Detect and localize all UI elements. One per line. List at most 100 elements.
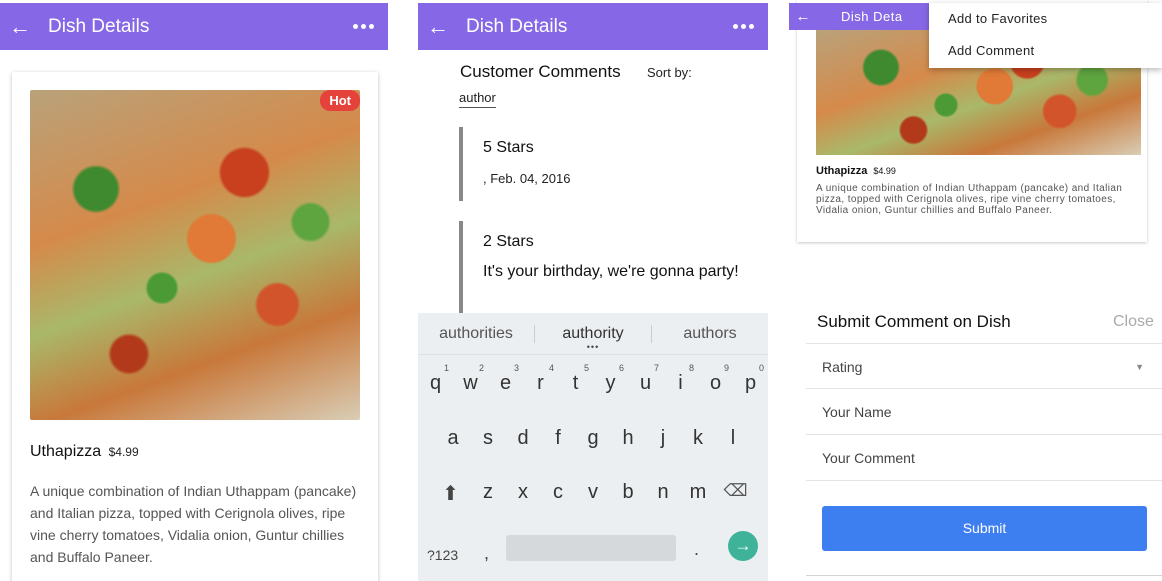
sort-input[interactable]: author xyxy=(459,90,496,108)
key-t[interactable]: t5 xyxy=(558,363,593,395)
key-label: w xyxy=(463,372,478,394)
comment-input[interactable]: Your Comment xyxy=(806,435,1162,481)
comment-item: 2 Stars It's your birthday, we're gonna … xyxy=(459,221,749,321)
key-number-hint: 5 xyxy=(583,363,589,373)
key-r[interactable]: r4 xyxy=(523,363,558,395)
key-b[interactable]: b xyxy=(611,481,646,506)
more-dots-icon[interactable] xyxy=(338,24,388,29)
enter-arrow-icon[interactable]: → xyxy=(728,531,758,561)
modal-title: Submit Comment on Dish xyxy=(817,312,1011,331)
suggestion[interactable]: authorities xyxy=(418,325,534,343)
comment-item: 5 Stars , Feb. 04, 2016 xyxy=(459,127,749,201)
dish-description: A unique combination of Indian Uthappam … xyxy=(30,483,357,565)
key-m[interactable]: m xyxy=(681,481,716,506)
key-w[interactable]: w2 xyxy=(453,363,488,395)
dropdown-caret-icon: ▼ xyxy=(1135,362,1144,372)
backspace-icon[interactable]: ⌫ xyxy=(716,481,756,506)
key-label: u xyxy=(639,372,652,394)
comments-heading: Customer Comments xyxy=(460,62,621,81)
key-number-hint: 8 xyxy=(688,363,694,373)
key-p[interactable]: p0 xyxy=(733,363,768,395)
key-row-3-letters: z x c v b nm xyxy=(471,481,716,506)
key-row-2: asdfg h jkl xyxy=(418,427,768,450)
key-label: g xyxy=(587,427,599,449)
key-g[interactable]: g xyxy=(576,427,611,450)
key-label: o xyxy=(709,372,722,394)
app-bar-title: Dish Deta xyxy=(841,9,903,24)
key-label: r xyxy=(537,372,544,394)
key-y[interactable]: y6 xyxy=(593,363,628,395)
soft-keyboard: authorities authority ••• authors q1w2e3… xyxy=(418,313,768,581)
key-label: n xyxy=(657,481,669,503)
suggestion-strip: authorities authority ••• authors xyxy=(418,313,768,355)
comment-rating: 5 Stars xyxy=(483,139,534,156)
comment-rating: 2 Stars xyxy=(483,233,534,250)
key-number-hint: 9 xyxy=(723,363,729,373)
rating-select[interactable]: Rating ▼ xyxy=(806,343,1162,389)
close-button[interactable]: Close xyxy=(1113,313,1154,331)
key-o[interactable]: o9 xyxy=(698,363,733,395)
rating-placeholder: Rating xyxy=(822,359,863,375)
key-number-hint: 4 xyxy=(548,363,554,373)
key-j[interactable]: j xyxy=(646,427,681,450)
arrow-left-icon[interactable]: ← xyxy=(0,15,40,38)
name-input[interactable]: Your Name xyxy=(806,389,1162,435)
key-x[interactable]: x xyxy=(506,481,541,506)
key-a[interactable]: a xyxy=(436,427,471,450)
key-v[interactable]: v xyxy=(576,481,611,506)
comments-screen: ← Dish Details Customer Comments Sort by… xyxy=(418,0,768,581)
comment-text: It's your birthday, we're gonna party! xyxy=(483,263,739,280)
key-f[interactable]: f xyxy=(541,427,576,450)
key-label: z xyxy=(483,481,493,503)
key-label: c xyxy=(553,481,563,503)
app-bar: ← Dish Details xyxy=(0,3,388,50)
dish-description: A unique combination of Indian Uthappam … xyxy=(816,183,1123,216)
key-e[interactable]: e3 xyxy=(488,363,523,395)
key-q[interactable]: q1 xyxy=(418,363,453,395)
menu-item-add-to-favorites[interactable]: Add to Favorites xyxy=(929,3,1162,35)
key-number-hint: 7 xyxy=(653,363,659,373)
app-bar: ← Dish Details xyxy=(418,3,768,50)
key-i[interactable]: i8 xyxy=(663,363,698,395)
key-label: e xyxy=(499,372,512,394)
suggestion[interactable]: authors xyxy=(651,324,768,343)
shift-icon[interactable]: ⬆ xyxy=(431,481,471,506)
key-u[interactable]: u7 xyxy=(628,363,663,395)
key-c[interactable]: c xyxy=(541,481,576,506)
key-number-hint: 1 xyxy=(443,363,449,373)
key-label: v xyxy=(588,481,598,503)
arrow-left-icon[interactable]: ← xyxy=(418,15,458,38)
divider xyxy=(806,575,1162,576)
comment-meta: , Feb. 04, 2016 xyxy=(483,171,571,186)
dish-price: $4.99 xyxy=(873,166,896,176)
key-label: j xyxy=(660,427,666,449)
key-label: a xyxy=(447,427,459,449)
key-label: t xyxy=(572,372,579,394)
app-bar: ← Dish Deta xyxy=(789,3,949,30)
key-label: y xyxy=(605,372,616,394)
arrow-left-icon[interactable]: ← xyxy=(789,8,817,25)
more-suggestions-icon: ••• xyxy=(586,341,600,352)
suggestion[interactable]: authority ••• xyxy=(534,324,651,352)
symbols-key[interactable]: ?123 xyxy=(427,547,458,563)
menu-item-add-comment[interactable]: Add Comment xyxy=(929,35,1162,67)
key-z[interactable]: z xyxy=(471,481,506,506)
key-row-3: ⬆ z x c v b nm ⌫ xyxy=(418,481,768,506)
space-bar[interactable] xyxy=(506,535,676,561)
key-s[interactable]: s xyxy=(471,427,506,450)
key-k[interactable]: k xyxy=(681,427,716,450)
period-key[interactable]: . xyxy=(694,539,699,560)
key-label: m xyxy=(689,481,707,503)
submit-comment-screen: Uthapizza $4.99 A unique combination of … xyxy=(789,0,1162,581)
key-l[interactable]: l xyxy=(716,427,751,450)
key-label: i xyxy=(678,372,683,394)
more-dots-icon[interactable] xyxy=(718,24,768,29)
dish-name: Uthapizza xyxy=(30,443,102,460)
key-number-hint: 0 xyxy=(758,363,764,373)
key-label: h xyxy=(622,427,634,449)
key-h[interactable]: h xyxy=(611,427,646,450)
comma-key[interactable]: , xyxy=(484,543,489,564)
key-n[interactable]: n xyxy=(646,481,681,506)
submit-button[interactable]: Submit xyxy=(822,506,1147,551)
key-d[interactable]: d xyxy=(506,427,541,450)
